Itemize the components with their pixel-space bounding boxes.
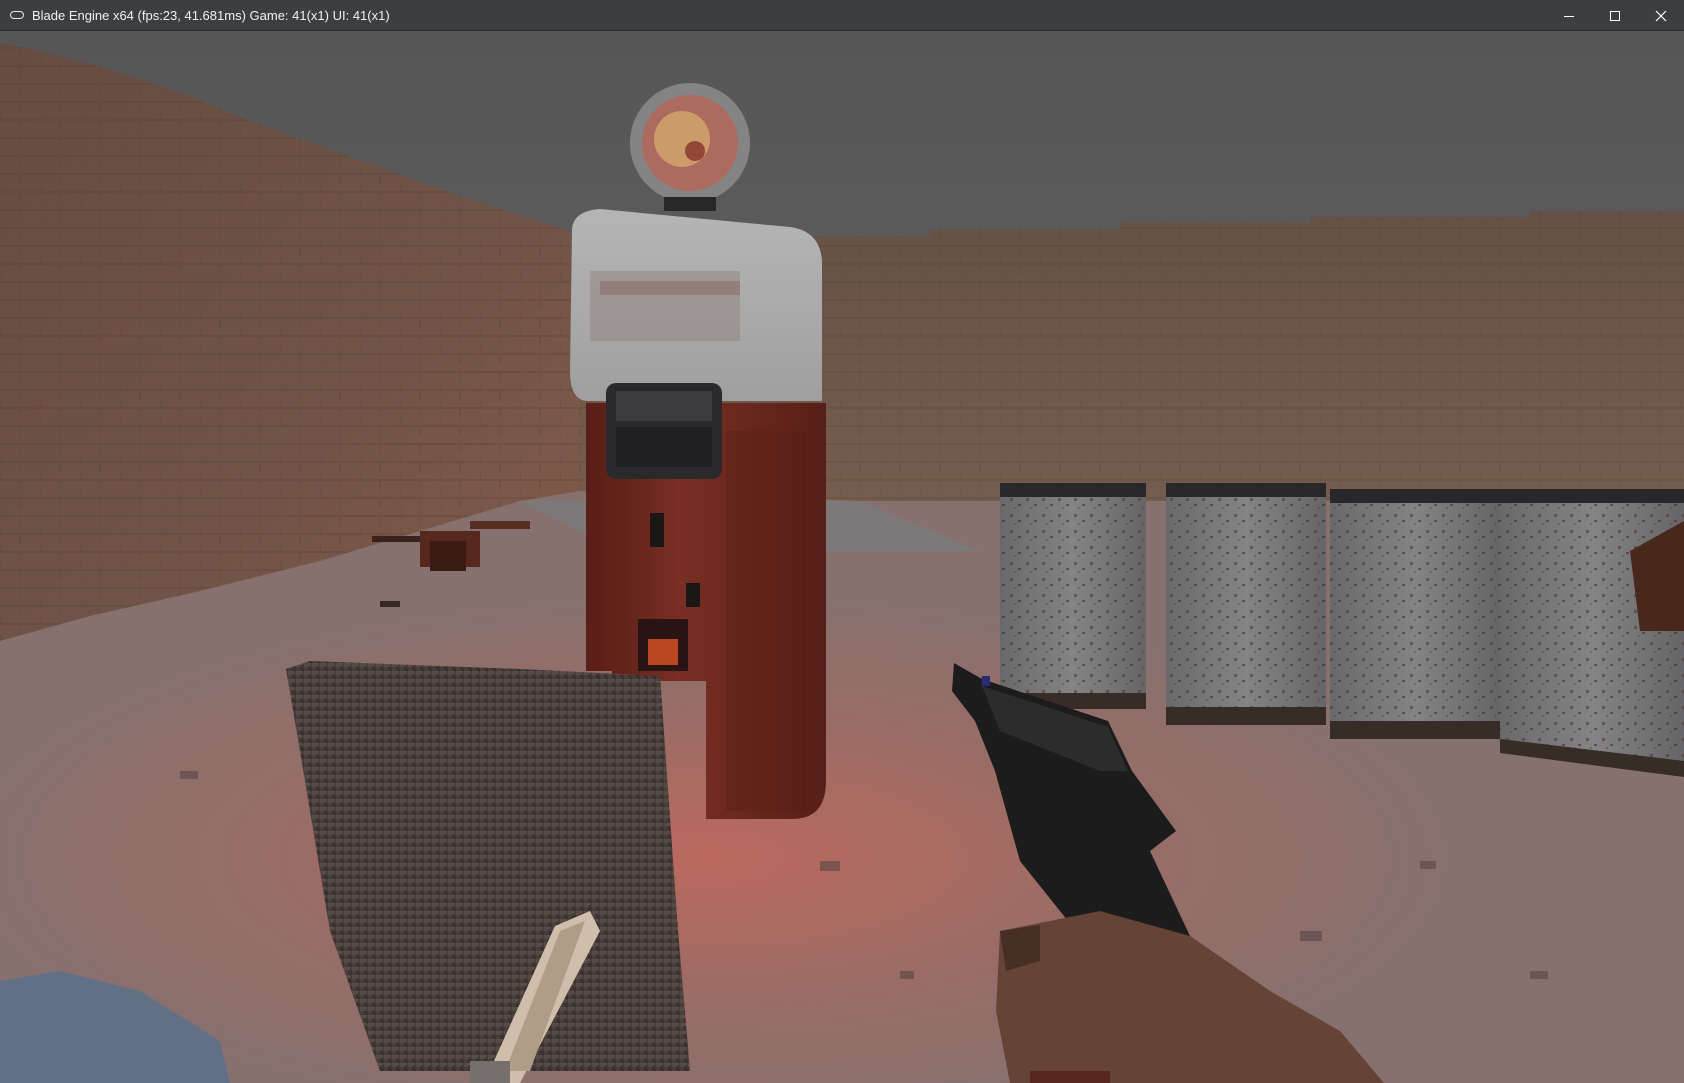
viewport-vignette — [0, 31, 1684, 1083]
minimize-button[interactable] — [1546, 0, 1592, 31]
window-controls — [1546, 0, 1684, 31]
game-viewport[interactable] — [0, 31, 1684, 1083]
close-icon — [1655, 10, 1667, 21]
close-button[interactable] — [1638, 0, 1684, 31]
gamepad-icon — [8, 0, 26, 31]
window-title: Blade Engine x64 (fps:23, 41.681ms) Game… — [32, 7, 390, 23]
minimize-icon — [1564, 15, 1574, 17]
game-scene — [0, 31, 1684, 1083]
maximize-icon — [1610, 10, 1620, 21]
title-bar[interactable]: Blade Engine x64 (fps:23, 41.681ms) Game… — [0, 0, 1684, 31]
maximize-button[interactable] — [1592, 0, 1638, 31]
game-window: Blade Engine x64 (fps:23, 41.681ms) Game… — [0, 0, 1684, 1083]
